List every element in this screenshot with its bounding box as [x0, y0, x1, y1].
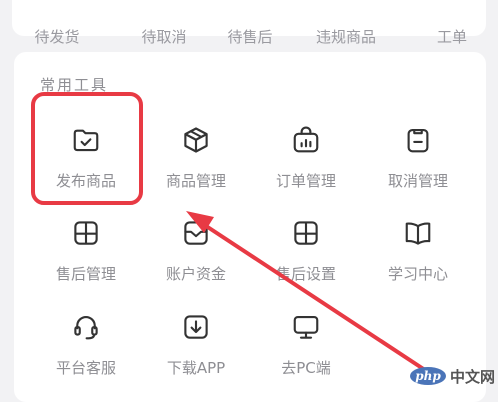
watermark-site-name: 中文网 [450, 367, 496, 386]
php-logo: php [410, 367, 446, 385]
watermark: php 中文网 [410, 365, 495, 387]
annotation-arrow [186, 211, 430, 374]
